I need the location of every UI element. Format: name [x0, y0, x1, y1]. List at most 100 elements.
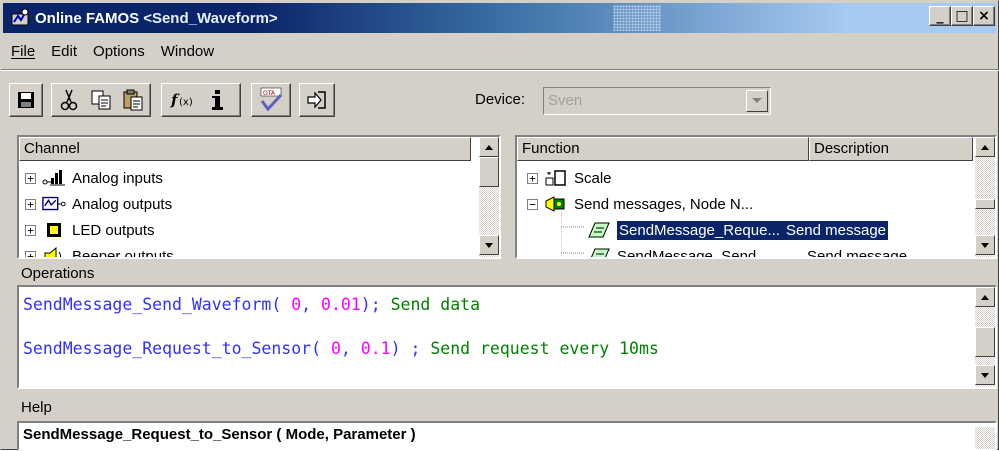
channel-scrollbar[interactable] [479, 137, 499, 257]
description-header[interactable]: Description [809, 137, 973, 161]
tree-item-sendmessage-request[interactable]: SendMessage_Reque... Send message [587, 217, 889, 243]
analog-input-icon [42, 168, 66, 188]
arrow-down-icon [981, 372, 989, 378]
exit-icon [307, 91, 326, 109]
scroll-thumb[interactable] [479, 157, 499, 187]
arrow-down-icon [485, 242, 493, 248]
function-header[interactable]: Function [517, 137, 809, 161]
expand-icon[interactable]: + [527, 172, 538, 184]
copy-icon [91, 90, 111, 110]
expand-icon[interactable]: + [25, 250, 36, 257]
code-number: 0 [330, 339, 341, 358]
title-bar[interactable]: Online FAMOS <Send_Waveform> [3, 3, 996, 33]
maximize-button[interactable]: □ [951, 6, 973, 26]
collapse-icon[interactable]: − [527, 198, 538, 210]
code-line[interactable]: SendMessage_Send_Waveform( 0, 0.01); Sen… [23, 295, 480, 314]
menu-edit[interactable]: Edit [43, 43, 85, 60]
paste-icon [123, 89, 143, 111]
scale-icon [544, 168, 568, 188]
scroll-up-button[interactable] [975, 287, 995, 307]
code-comment: Send data [390, 295, 480, 314]
save-icon [18, 92, 34, 108]
function-info-group: f (x) [161, 83, 241, 117]
function-scrollbar[interactable] [975, 137, 995, 257]
tree-item-analog-outputs[interactable]: + Analog outputs [25, 191, 172, 217]
code-punct: , [340, 339, 361, 358]
analog-output-icon [42, 194, 66, 214]
help-label: Help [21, 399, 52, 416]
app-window: Online FAMOS <Send_Waveform> _ □ × File … [0, 0, 999, 451]
paste-button[interactable] [117, 85, 149, 115]
code-function: SendMessage_Send_Waveform( [23, 295, 292, 314]
famos-app-icon [11, 8, 29, 26]
help-scrollbar[interactable] [975, 427, 995, 449]
copy-button[interactable] [85, 85, 117, 115]
check-icon: OTA [260, 87, 283, 112]
channel-panel: Channel + Analog inputs + Analog outputs… [17, 135, 501, 259]
save-button[interactable] [9, 83, 43, 117]
function-panel: Function Description + Scale − Send mess… [515, 135, 997, 259]
scroll-up-button[interactable] [479, 137, 499, 157]
beeper-icon [42, 246, 66, 257]
selected-function-description: Send message [781, 220, 889, 240]
help-text: SendMessage_Request_to_Sensor ( Mode, Pa… [23, 426, 416, 443]
menu-bar: File Edit Options Window [3, 35, 222, 67]
scroll-down-button[interactable] [975, 235, 995, 255]
scroll-thumb[interactable] [975, 199, 995, 209]
info-icon [212, 90, 223, 110]
device-value: Sven [548, 92, 583, 109]
device-combobox[interactable]: Sven [543, 87, 771, 115]
expand-icon[interactable]: + [25, 224, 36, 236]
device-dropdown-button[interactable] [746, 90, 768, 112]
function-button[interactable]: f (x) [169, 85, 201, 115]
code-punct: , [301, 295, 322, 314]
app-title: Online FAMOS [35, 9, 140, 27]
message-icon [587, 220, 611, 240]
code-line[interactable]: SendMessage_Request_to_Sensor( 0, 0.1) ;… [23, 339, 659, 358]
tree-item-led-outputs[interactable]: + LED outputs [25, 217, 155, 243]
menu-file[interactable]: File [3, 43, 43, 60]
code-punct: ) ; [390, 339, 431, 358]
menu-window[interactable]: Window [153, 43, 222, 60]
close-button[interactable]: × [973, 6, 995, 26]
exit-button[interactable] [299, 83, 335, 117]
scroll-up-button[interactable] [975, 137, 995, 157]
tree-item-scale[interactable]: + Scale [527, 165, 612, 191]
tree-item-beeper-outputs[interactable]: + Beeper outputs [25, 243, 174, 257]
scroll-thumb[interactable] [975, 327, 995, 357]
message-icon [587, 246, 611, 257]
info-button[interactable] [201, 85, 233, 115]
expand-icon[interactable]: + [25, 172, 36, 184]
led-icon [42, 220, 66, 240]
title-pattern [613, 5, 661, 31]
tree-item-analog-inputs[interactable]: + Analog inputs [25, 165, 163, 191]
tree-item-label: LED outputs [72, 221, 155, 239]
menu-options[interactable]: Options [85, 43, 153, 60]
tree-item-label: Send messages, Node N... [574, 195, 754, 213]
arrow-up-icon [981, 144, 989, 150]
check-button[interactable]: OTA [251, 83, 291, 117]
minimize-button[interactable]: _ [929, 6, 951, 26]
code-comment: Send request every 10ms [430, 339, 659, 358]
code-number: 0 [291, 295, 302, 314]
svg-text:OTA: OTA [263, 90, 276, 97]
code-number: 0.1 [360, 339, 391, 358]
operations-scrollbar[interactable] [975, 287, 995, 387]
arrow-up-icon [485, 144, 493, 150]
tree-item-label: SendMessage_Send... [617, 247, 769, 259]
code-number: 0.01 [321, 295, 361, 314]
expand-icon[interactable]: + [25, 198, 36, 210]
operations-editor[interactable]: SendMessage_Send_Waveform( 0, 0.01); Sen… [17, 285, 997, 389]
tree-item-sendmessage-send[interactable]: SendMessage_Send... Send message [587, 243, 908, 259]
document-title: <Send_Waveform> [143, 9, 278, 27]
chevron-down-icon [752, 98, 762, 103]
device-label: Device: [475, 91, 526, 108]
channel-header[interactable]: Channel [19, 137, 471, 161]
scroll-down-button[interactable] [975, 365, 995, 385]
tree-item-description: Send message [807, 247, 908, 259]
svg-text:(x): (x) [179, 97, 193, 108]
cut-button[interactable] [53, 85, 85, 115]
function-icon: f (x) [170, 91, 193, 109]
tree-item-label: Analog inputs [72, 169, 163, 187]
scroll-down-button[interactable] [479, 235, 499, 255]
